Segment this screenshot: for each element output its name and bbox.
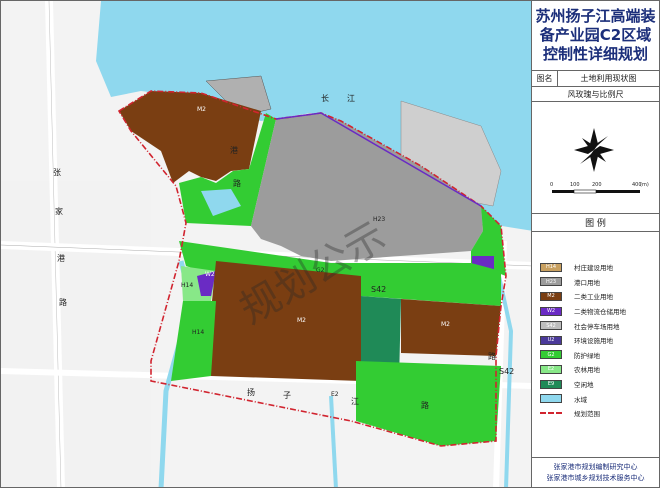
legend-swatch: M2 — [540, 291, 562, 301]
legend-item: 水域 — [540, 391, 653, 406]
footer-line-1: 张家港市规划编制研究中心 — [553, 462, 638, 471]
legend-label: 港口用地 — [574, 278, 600, 287]
legend-item: S42 社会停车场用地 — [540, 318, 653, 333]
legend-label: 防护绿地 — [574, 351, 600, 360]
legend-swatch: W2 — [540, 306, 562, 316]
code-m2-east: M2 — [441, 321, 450, 328]
road-char-4: 长 — [321, 94, 329, 103]
legend-title: 图 例 — [532, 214, 659, 232]
land-m2-northwest — [119, 91, 261, 183]
title-line-3: 控制性详细规划 — [542, 45, 648, 63]
legend-swatch-boundary — [540, 412, 562, 415]
legend-label: 社会停车场用地 — [574, 322, 620, 331]
wind-rose-icon — [552, 128, 640, 194]
code-e2: E2 — [331, 391, 339, 398]
legend-item: 规划范围 — [540, 406, 653, 421]
legend-swatch: U2 — [540, 335, 562, 345]
legend-label: 环境设施用地 — [574, 337, 613, 346]
land-use-map — [1, 1, 531, 487]
footer: 张家港市规划编制研究中心 张家港市城乡规划技术服务中心 — [532, 457, 659, 487]
canal-south — [329, 395, 338, 487]
road-char-0: 张 — [53, 168, 61, 177]
compass-box: 0 100 200 400 (m) — [532, 102, 659, 214]
road-char-7: 路 — [233, 179, 241, 188]
drawing-name-key: 图名 — [532, 71, 558, 86]
legend-item: G2 防护绿地 — [540, 348, 653, 363]
road-char-1: 家 — [55, 207, 63, 216]
drawing-name-row: 图名 土地利用现状图 — [532, 71, 659, 87]
legend-label: 二类工业用地 — [574, 293, 613, 302]
legend-item: E2 农林用地 — [540, 362, 653, 377]
road-label-s42-a: S42 — [371, 285, 387, 294]
legend-swatch — [540, 394, 562, 404]
road-char-11: 路 — [421, 401, 429, 410]
land-e2-southwest — [171, 301, 216, 381]
legend-panel: 苏州扬子江高端装 备产业园C2区域 控制性详细规划 图名 土地利用现状图 风玫瑰… — [532, 0, 660, 488]
legend-label: 农林用地 — [574, 366, 600, 375]
road-char-12: 路 — [488, 352, 496, 361]
title-line-2: 备产业园C2区域 — [539, 26, 652, 44]
road-char-3: 路 — [59, 298, 67, 307]
road-char-9: 子 — [283, 391, 291, 400]
road-char-8: 扬 — [247, 388, 255, 397]
legend-item: U2 环境设施用地 — [540, 333, 653, 348]
code-h14-b: H14 — [192, 329, 205, 336]
scale-tick-2: 200 — [592, 182, 602, 188]
legend-swatch: E9 — [540, 379, 562, 389]
legend-item: M2 二类工业用地 — [540, 289, 653, 304]
legend-item: H23 港口用地 — [540, 275, 653, 290]
scale-tick-0: 0 — [550, 182, 554, 188]
title-block: 苏州扬子江高端装 备产业园C2区域 控制性详细规划 — [532, 1, 659, 71]
footer-line-2: 张家港市城乡规划技术服务中心 — [546, 473, 645, 482]
land-m2-east — [401, 299, 501, 356]
legend-list: H14 村庄建设用地 H23 港口用地 M2 二类工业用地 W2 二类物流仓储用地 S4… — [532, 232, 659, 421]
legend-item: E9 空闲地 — [540, 377, 653, 392]
road-char-5: 江 — [347, 94, 355, 103]
code-m2-central: M2 — [297, 317, 306, 324]
scale-tick-1: 100 — [570, 182, 580, 188]
legend-swatch: H23 — [540, 277, 562, 287]
legend-label: 空闲地 — [574, 381, 594, 390]
legend-swatch: H14 — [540, 262, 562, 272]
code-m2-northwest: M2 — [197, 106, 206, 113]
road-label-s42-b: S42 — [499, 367, 515, 376]
legend-label: 村庄建设用地 — [574, 264, 613, 273]
road-char-10: 江 — [351, 397, 359, 406]
legend-label: 水域 — [574, 395, 587, 404]
legend-label: 二类物流仓储用地 — [574, 308, 626, 317]
village-west — [1, 181, 151, 487]
scale-bar-icon — [552, 189, 640, 194]
code-h14-a: H14 — [181, 282, 194, 289]
road-char-2: 港 — [57, 254, 65, 263]
code-w2: W2 — [205, 271, 215, 278]
road-char-6: 港 — [230, 146, 238, 155]
legend-item: W2 二类物流仓储用地 — [540, 304, 653, 319]
drawing-name-value: 土地利用现状图 — [580, 74, 637, 83]
rose-label: 风玫瑰与比例尺 — [532, 87, 659, 102]
legend-label: 规划范围 — [574, 410, 600, 419]
map-area: M2 H23 M2 M2 H14 H14 W2 E2 G2 S42 S42 张 … — [0, 0, 532, 488]
legend-swatch: G2 — [540, 350, 562, 360]
legend-swatch: E2 — [540, 364, 562, 374]
title-line-1: 苏州扬子江高端装 — [535, 7, 656, 25]
scale-unit: (m) — [640, 182, 649, 188]
legend-item: H14 村庄建设用地 — [540, 260, 653, 275]
legend-swatch: S42 — [540, 321, 562, 331]
